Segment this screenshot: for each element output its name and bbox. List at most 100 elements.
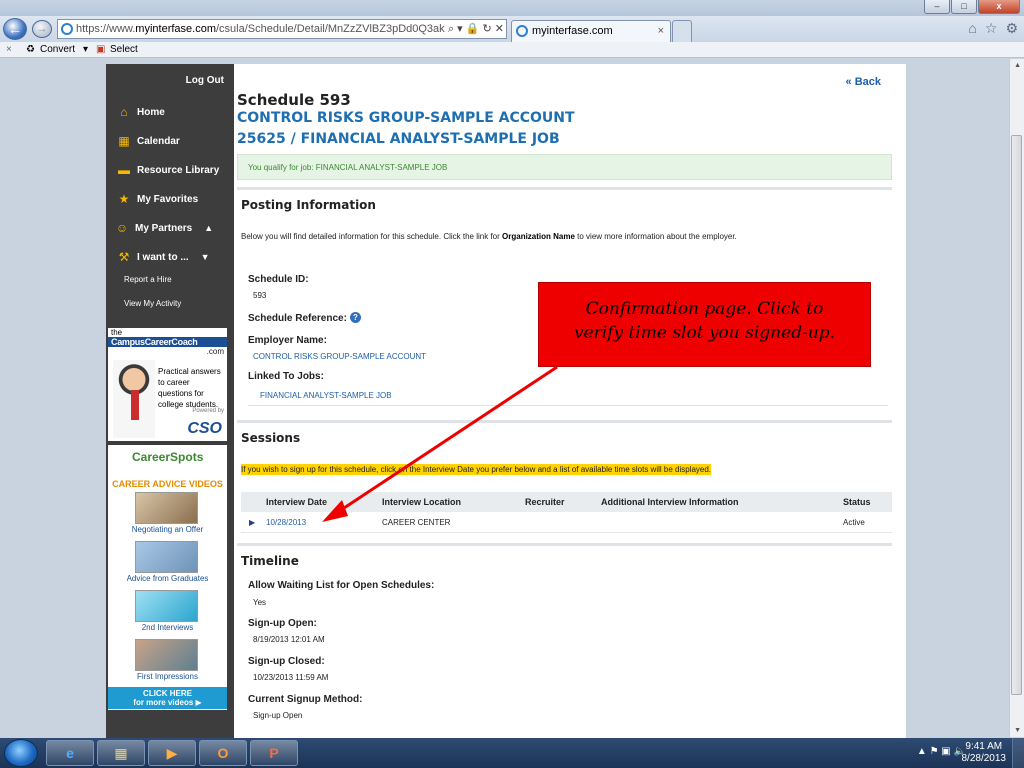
col-additional-info[interactable]: Additional Interview Information: [601, 492, 739, 512]
video-caption[interactable]: Negotiating an Offer: [108, 525, 227, 534]
convert-dropdown-icon[interactable]: ▾: [83, 42, 88, 57]
video-thumbnail[interactable]: [135, 639, 198, 671]
sessions-heading: Sessions: [241, 431, 301, 445]
sidebar-item-i-want-to[interactable]: ⚒ I want to ... ▼: [117, 251, 210, 263]
campus-career-coach-ad[interactable]: the CampusCareerCoach .com Practical ans…: [108, 328, 227, 441]
help-icon[interactable]: ?: [349, 312, 361, 323]
sidebar-item-resource-library[interactable]: ▬ Resource Library: [117, 164, 219, 176]
scrollbar-thumb[interactable]: [1011, 135, 1022, 695]
video-thumbnail[interactable]: [135, 541, 198, 573]
coach-tagline: Practical answers to career questions fo…: [158, 367, 221, 409]
home-icon[interactable]: ⌂: [968, 20, 976, 37]
clock-time: 9:41 AM: [965, 741, 1003, 752]
coach-powered-by: Powered by: [192, 408, 224, 414]
close-toolbar-icon[interactable]: ×: [6, 42, 12, 57]
logout-link[interactable]: Log Out: [186, 75, 224, 86]
tools-gear-icon[interactable]: ⚙: [1005, 20, 1018, 37]
system-tray-icons[interactable]: ▲ ⚑ ▣ 🔈: [917, 746, 966, 757]
sidebar-item-favorites[interactable]: ★ My Favorites: [117, 192, 199, 206]
folder-taskbar-icon[interactable]: ▦: [97, 740, 145, 766]
col-status[interactable]: Status: [843, 492, 871, 512]
col-recruiter[interactable]: Recruiter: [525, 492, 565, 512]
col-interview-location[interactable]: Interview Location: [382, 492, 461, 512]
new-tab-button[interactable]: [672, 20, 692, 42]
timeline-heading: Timeline: [241, 554, 299, 568]
media-player-taskbar-icon[interactable]: ▶: [148, 740, 196, 766]
close-window-button[interactable]: x: [978, 0, 1020, 14]
powerpoint-taskbar-icon[interactable]: P: [250, 740, 298, 766]
browser-tab[interactable]: myinterfase.com ×: [511, 20, 671, 42]
video-caption[interactable]: First Impressions: [108, 672, 227, 681]
divider: [237, 543, 892, 546]
forward-arrow-icon[interactable]: →: [32, 20, 52, 38]
star-icon: ★: [118, 192, 130, 206]
col-interview-date[interactable]: Interview Date: [266, 492, 327, 512]
select-button[interactable]: Select: [110, 42, 138, 57]
video-caption[interactable]: 2nd Interviews: [108, 623, 227, 632]
career-advice-videos-heading: CAREER ADVICE VIDEOS: [112, 479, 223, 489]
signup-open-value: 8/19/2013 12:01 AM: [253, 635, 325, 644]
sidebar-item-home[interactable]: ⌂ Home: [117, 106, 165, 118]
maximize-button[interactable]: □: [951, 0, 977, 14]
job-heading: 25625 / FINANCIAL ANALYST-SAMPLE JOB: [237, 131, 560, 147]
desc-bold: Organization Name: [502, 232, 575, 241]
sidebar-item-calendar[interactable]: ▦ Calendar: [117, 135, 179, 147]
tools-icon: ⚒: [118, 250, 130, 264]
back-link[interactable]: « Back: [846, 76, 881, 88]
annotation-line: Confirmation page. Click to: [585, 299, 824, 319]
collapse-arrow-icon[interactable]: ▲: [204, 223, 213, 233]
tab-title: myinterfase.com: [532, 25, 613, 37]
start-button[interactable]: [4, 739, 38, 767]
employer-label: Employer Name:: [248, 335, 327, 346]
status-value: Active: [843, 518, 865, 527]
video-thumbnail[interactable]: [135, 590, 198, 622]
signup-open-label: Sign-up Open:: [248, 618, 317, 629]
coach-com: .com: [206, 347, 224, 356]
scroll-down-icon[interactable]: ▼: [1014, 727, 1021, 734]
favorites-star-icon[interactable]: ☆: [985, 20, 998, 37]
ie-page-icon: [61, 23, 73, 35]
annotation-callout: Confirmation page. Click to verify time …: [538, 282, 871, 367]
sidebar-item-label: Resource Library: [137, 164, 220, 176]
sidebar-item-partners[interactable]: ☺ My Partners ▲: [115, 222, 213, 234]
linked-job-link[interactable]: FINANCIAL ANALYST-SAMPLE JOB: [260, 391, 392, 400]
show-desktop-button[interactable]: [1012, 738, 1024, 768]
back-arrow-icon[interactable]: ←: [3, 18, 27, 40]
select-icon: ▣: [96, 44, 106, 55]
taskbar-clock[interactable]: 9:41 AM 8/28/2013: [962, 741, 1007, 765]
interview-date-link[interactable]: 10/28/2013: [266, 513, 306, 533]
divider: [237, 420, 892, 423]
sidebar-sub-report-hire[interactable]: Report a Hire: [124, 275, 172, 284]
signup-closed-label: Sign-up Closed:: [248, 656, 325, 667]
folder-icon: ▬: [118, 163, 130, 177]
tab-close-icon[interactable]: ×: [658, 21, 664, 41]
outlook-taskbar-icon[interactable]: O: [199, 740, 247, 766]
table-row[interactable]: ▶ 10/28/2013 CAREER CENTER Active: [241, 513, 892, 533]
expand-arrow-icon[interactable]: ▼: [201, 252, 210, 262]
expand-row-icon[interactable]: ▶: [249, 513, 255, 533]
tab-favicon-icon: [516, 25, 528, 37]
ie-taskbar-icon[interactable]: e: [46, 740, 94, 766]
sessions-table-header: Interview Date Interview Location Recrui…: [241, 492, 892, 512]
coach-the: the: [111, 328, 123, 337]
minimize-button[interactable]: –: [924, 0, 950, 14]
more-videos-button[interactable]: CLICK HERE for more videos ▶: [108, 687, 227, 709]
sidebar-sub-view-activity[interactable]: View My Activity: [124, 299, 181, 308]
sidebar-item-label: My Favorites: [137, 193, 199, 205]
signup-closed-value: 10/23/2013 11:59 AM: [253, 673, 329, 682]
address-bar[interactable]: https://www.myinterfase.com/csula/Schedu…: [57, 19, 507, 39]
video-thumbnail[interactable]: [135, 492, 198, 524]
qualify-message: You qualify for job: FINANCIAL ANALYST-S…: [237, 154, 892, 180]
employer-link[interactable]: CONTROL RISKS GROUP-SAMPLE ACCOUNT: [253, 352, 426, 361]
sidebar-item-label: I want to ...: [137, 251, 189, 263]
sidebar-item-label: Home: [137, 106, 165, 118]
scroll-up-icon[interactable]: ▲: [1014, 62, 1021, 69]
convert-button[interactable]: Convert: [40, 42, 75, 57]
clock-date: 8/28/2013: [961, 753, 1007, 764]
video-caption[interactable]: Advice from Graduates: [108, 574, 227, 583]
waiting-list-label: Allow Waiting List for Open Schedules:: [248, 580, 435, 591]
desc-text: Below you will find detailed information…: [241, 232, 503, 241]
window-titlebar: – □ x: [0, 0, 1024, 16]
address-tools-icons[interactable]: ⌕ ▾ 🔒 ↻ ✕: [444, 20, 504, 38]
schedule-id-label: Schedule ID:: [248, 274, 309, 285]
